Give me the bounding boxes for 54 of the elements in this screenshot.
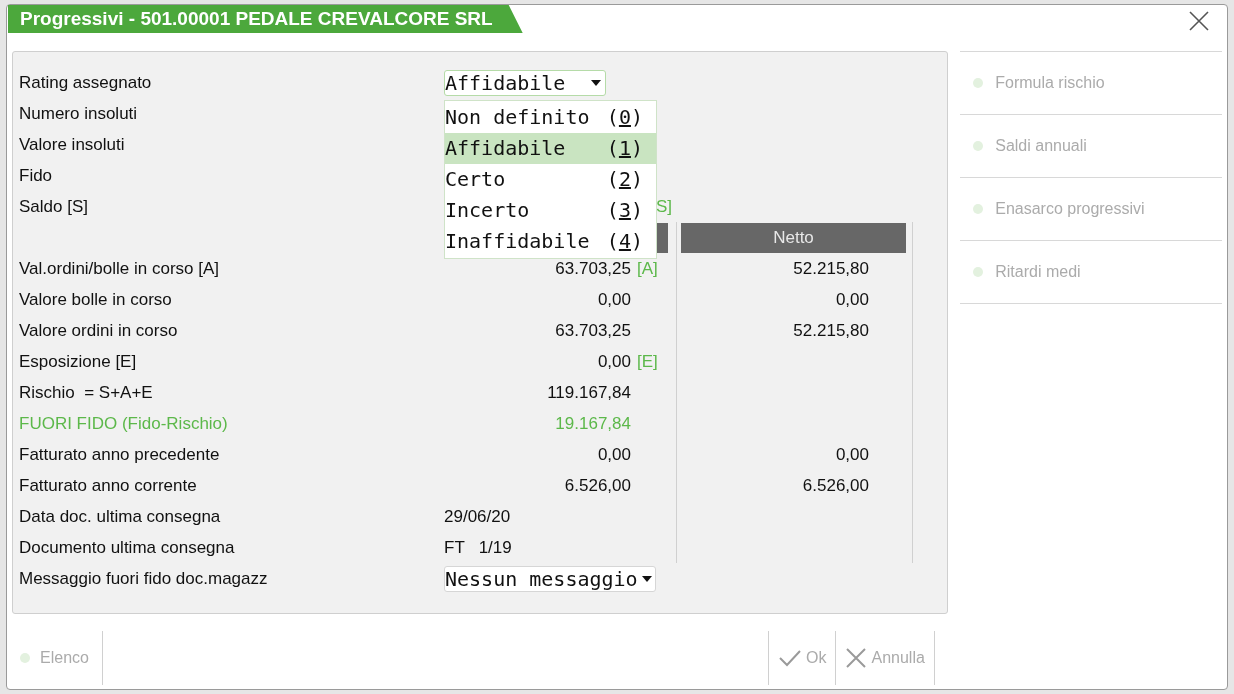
check-icon bbox=[778, 648, 802, 668]
caret-icon bbox=[591, 79, 601, 86]
field-label: Numero insoluti bbox=[19, 102, 139, 125]
field-value: 0,00 bbox=[597, 288, 631, 311]
field-tag: S] bbox=[656, 193, 673, 220]
field-value: 63.703,25 bbox=[555, 319, 631, 342]
field-label: Rischio = S+A+E bbox=[19, 381, 154, 404]
dropdown-option[interactable]: Inaffidabile (4) bbox=[445, 225, 656, 257]
field-value: 119.167,84 bbox=[547, 381, 631, 404]
close-button[interactable] bbox=[1187, 9, 1211, 33]
field-label: Fido bbox=[19, 164, 54, 187]
field-label: Fatturato anno corrente bbox=[19, 474, 198, 497]
field-label: Rating assegnato bbox=[19, 71, 153, 94]
dot-icon bbox=[973, 78, 984, 88]
dropdown-option[interactable]: Non definito (0) bbox=[445, 101, 656, 133]
field-label: Esposizione [E] bbox=[19, 350, 138, 373]
field-value: 63.703,25 bbox=[555, 257, 631, 280]
caret-icon bbox=[641, 575, 652, 582]
table-cell: 0,00 bbox=[676, 284, 913, 315]
field-label: Fatturato anno precedente bbox=[19, 443, 221, 466]
field-value: 0,00 bbox=[597, 350, 631, 373]
field-label: Documento ultima consegna bbox=[19, 536, 236, 559]
field-value: 0,00 bbox=[597, 443, 631, 466]
field-tag: [A] bbox=[637, 255, 658, 282]
dot-icon bbox=[973, 141, 984, 151]
message-dropdown[interactable]: Nessun messaggio bbox=[444, 565, 656, 592]
dot-icon bbox=[973, 204, 984, 214]
table-cell: 52.215,80 bbox=[676, 315, 913, 346]
field-label: FUORI FIDO (Fido-Rischio) bbox=[19, 412, 229, 435]
dropdown-option[interactable]: Incerto (3) bbox=[445, 194, 656, 226]
table-cell: 0,00 bbox=[676, 439, 913, 470]
dot-icon bbox=[973, 267, 984, 277]
field-label: Valore bolle in corso bbox=[19, 288, 173, 311]
table-cell: 52.215,80 bbox=[676, 253, 913, 284]
table-cell: 6.526,00 bbox=[676, 470, 913, 501]
field-value: 6.526,00 bbox=[564, 474, 631, 497]
field-tag: [E] bbox=[637, 348, 658, 375]
rating-dropdown[interactable]: Affidabile bbox=[444, 69, 606, 96]
field-label: Val.ordini/bolle in corso [A] bbox=[19, 257, 220, 280]
column-header: Netto bbox=[681, 222, 906, 253]
field-value: FT 1/19 bbox=[444, 536, 512, 559]
dot-icon bbox=[20, 653, 30, 663]
field-label: Saldo [S] bbox=[19, 195, 89, 218]
field-label: Messaggio fuori fido doc.magazz bbox=[19, 567, 269, 590]
field-label: Data doc. ultima consegna bbox=[19, 505, 222, 528]
field-value: 19.167,84 bbox=[555, 412, 631, 435]
field-value: 29/06/20 bbox=[444, 505, 511, 528]
window-title: Progressivi - 501.00001 PEDALE CREVALCORE SRL bbox=[8, 5, 523, 33]
dropdown-option[interactable]: Certo (2) bbox=[445, 163, 656, 195]
field-label: Valore ordini in corso bbox=[19, 319, 179, 342]
close-icon bbox=[1189, 11, 1209, 31]
close-icon bbox=[845, 647, 868, 669]
dropdown-option[interactable]: Affidabile (1) bbox=[445, 132, 656, 164]
field-label: Valore insoluti bbox=[19, 133, 126, 156]
